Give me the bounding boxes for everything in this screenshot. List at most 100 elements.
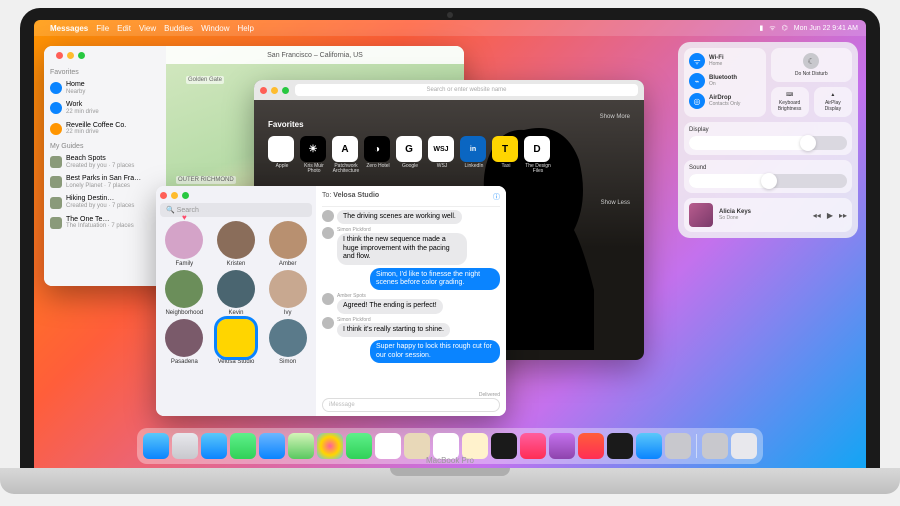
dock-app-maps[interactable] — [288, 433, 314, 459]
conversation-pin[interactable]: Kevin — [212, 270, 261, 316]
play-icon[interactable]: ▶ — [827, 211, 833, 220]
dock-app-podcasts[interactable] — [549, 433, 575, 459]
zoom-icon[interactable] — [182, 192, 189, 199]
close-icon[interactable] — [56, 52, 63, 59]
maps-favorite[interactable]: Reveille Coffee Co.22 min drive — [50, 119, 160, 139]
moon-icon: ☾ — [803, 53, 819, 69]
album-art — [689, 203, 713, 227]
wifi-icon[interactable]: ᯤ — [769, 24, 775, 33]
dock-app-settings[interactable] — [665, 433, 691, 459]
zoom-icon[interactable] — [282, 87, 289, 94]
maps-sidebar: Favorites HomeNearbyWork22 min driveReve… — [44, 46, 166, 286]
received-message: Simon PickfordI think it's really starti… — [322, 317, 500, 337]
favorite-site[interactable]: APatchwork Architecture — [332, 136, 360, 174]
menu-edit[interactable]: Edit — [117, 24, 131, 33]
clock[interactable]: Mon Jun 22 9:41 AM — [794, 25, 858, 32]
control-center-icon[interactable]: ⌬ — [782, 24, 788, 32]
minimize-icon[interactable] — [67, 52, 74, 59]
conversation-pin[interactable]: Ivy — [263, 270, 312, 316]
display-slider[interactable]: Display — [684, 122, 852, 155]
conversation-pin[interactable]: Velosa Studio — [212, 319, 261, 365]
menu-buddies[interactable]: Buddies — [164, 24, 193, 33]
favorite-site[interactable]: ◑Zero Hotel — [364, 136, 392, 174]
conversation-pin[interactable]: Pasadena — [160, 319, 209, 365]
now-playing[interactable]: Alicia KeysSo Done ◂◂▶▸▸ — [684, 198, 852, 232]
favorite-site[interactable]: ☀Kris Muir Photo — [300, 136, 328, 174]
airdrop-toggle[interactable]: ◎AirDropContacts Only — [689, 93, 761, 109]
prev-icon[interactable]: ◂◂ — [813, 211, 821, 220]
dock-app-tv[interactable] — [491, 433, 517, 459]
wifi-icon: ᯤ — [689, 53, 705, 69]
maps-guide[interactable]: Beach SpotsCreated by you · 7 places — [50, 152, 160, 172]
favorite-site[interactable]: DThe Design Files — [524, 136, 552, 174]
received-message: The driving scenes are working well. — [322, 210, 500, 224]
map-label: OUTER RICHMOND — [176, 176, 236, 184]
menubar: Messages File Edit View Buddies Window H… — [34, 20, 866, 36]
info-icon[interactable]: ⓘ — [493, 192, 500, 202]
dock-app-stocks[interactable] — [607, 433, 633, 459]
bluetooth-toggle[interactable]: ⌁BluetoothOn — [689, 73, 761, 89]
bluetooth-icon: ⌁ — [689, 73, 705, 89]
keyboard-brightness[interactable]: ⌨Keyboard Brightness — [771, 87, 809, 117]
zoom-icon[interactable] — [78, 52, 85, 59]
airplay-toggle[interactable]: ▲AirPlay Display — [814, 87, 852, 117]
minimize-icon[interactable] — [171, 192, 178, 199]
menu-view[interactable]: View — [139, 24, 156, 33]
conversation-pin[interactable]: Kristen — [212, 221, 261, 267]
dock-app-messages[interactable] — [230, 433, 256, 459]
received-message: Amber SpotsAgreed! The ending is perfect… — [322, 293, 500, 313]
show-more-button[interactable]: Show More — [600, 114, 630, 120]
dock-app-calendar[interactable] — [375, 433, 401, 459]
dock-app-news[interactable] — [578, 433, 604, 459]
next-icon[interactable]: ▸▸ — [839, 211, 847, 220]
conversation-pin[interactable]: Simon — [263, 319, 312, 365]
close-icon[interactable] — [160, 192, 167, 199]
favorite-site[interactable]: inLinkedIn — [460, 136, 488, 174]
url-field[interactable]: Search or enter website name — [295, 84, 638, 96]
dock-app-app-store[interactable] — [636, 433, 662, 459]
close-icon[interactable] — [260, 87, 267, 94]
compose-input[interactable]: iMessage — [322, 398, 500, 412]
dock-app-launchpad[interactable] — [172, 433, 198, 459]
minimize-icon[interactable] — [271, 87, 278, 94]
dnd-toggle[interactable]: ☾Do Not Disturb — [771, 48, 853, 82]
menu-file[interactable]: File — [96, 24, 109, 33]
conversation-pin[interactable]: Amber — [263, 221, 312, 267]
airplay-icon: ▲ — [830, 92, 835, 98]
received-message: Simon PickfordI think the new sequence m… — [322, 227, 500, 264]
favorite-site[interactable]: GGoogle — [396, 136, 424, 174]
dock-app-music[interactable] — [520, 433, 546, 459]
maps-favorite[interactable]: HomeNearby — [50, 78, 160, 98]
search-icon: 🔍 — [166, 206, 175, 214]
app-menu[interactable]: Messages — [50, 24, 88, 33]
battery-icon[interactable]: ▮ — [759, 24, 763, 32]
dock-app-safari[interactable] — [201, 433, 227, 459]
favorite-site[interactable]: TTaxi — [492, 136, 520, 174]
maps-guide[interactable]: Best Parks in San Fra…Lonely Planet · 7 … — [50, 172, 160, 192]
dock-downloads[interactable] — [702, 433, 728, 459]
wifi-toggle[interactable]: ᯤWi-FiHome — [689, 53, 761, 69]
favorite-site[interactable]: Apple — [268, 136, 296, 174]
sound-slider[interactable]: Sound — [684, 160, 852, 193]
maps-favorite[interactable]: Work22 min drive — [50, 98, 160, 118]
conversation-pin[interactable]: ♥Family — [160, 221, 209, 267]
hardware-label: MacBook Pro — [426, 456, 474, 465]
show-less-button[interactable]: Show Less — [601, 200, 630, 206]
dock-app-mail[interactable] — [259, 433, 285, 459]
sent-message: Simon, I'd like to finesse the night sce… — [322, 268, 500, 291]
favorite-site[interactable]: WSJWSJ — [428, 136, 456, 174]
maps-guide[interactable]: Hiking Destin…Created by you · 7 places — [50, 192, 160, 212]
conversation-pin[interactable]: Neighborhood — [160, 270, 209, 316]
airdrop-icon: ◎ — [689, 93, 705, 109]
dock-app-finder[interactable] — [143, 433, 169, 459]
dock-app-facetime[interactable] — [346, 433, 372, 459]
keyboard-icon: ⌨ — [786, 92, 793, 98]
maps-guide[interactable]: The One Te…The Infatuation · 7 places — [50, 213, 160, 233]
menu-window[interactable]: Window — [201, 24, 229, 33]
dock-app-photos[interactable] — [317, 433, 343, 459]
recipient: Velosa Studio — [333, 192, 379, 199]
menu-help[interactable]: Help — [238, 24, 254, 33]
control-center: ᯤWi-FiHome ⌁BluetoothOn ◎AirDropContacts… — [678, 42, 858, 238]
dock-trash[interactable] — [731, 433, 757, 459]
messages-window: 🔍 Search ♥FamilyKristenAmberNeighborhood… — [156, 186, 506, 416]
